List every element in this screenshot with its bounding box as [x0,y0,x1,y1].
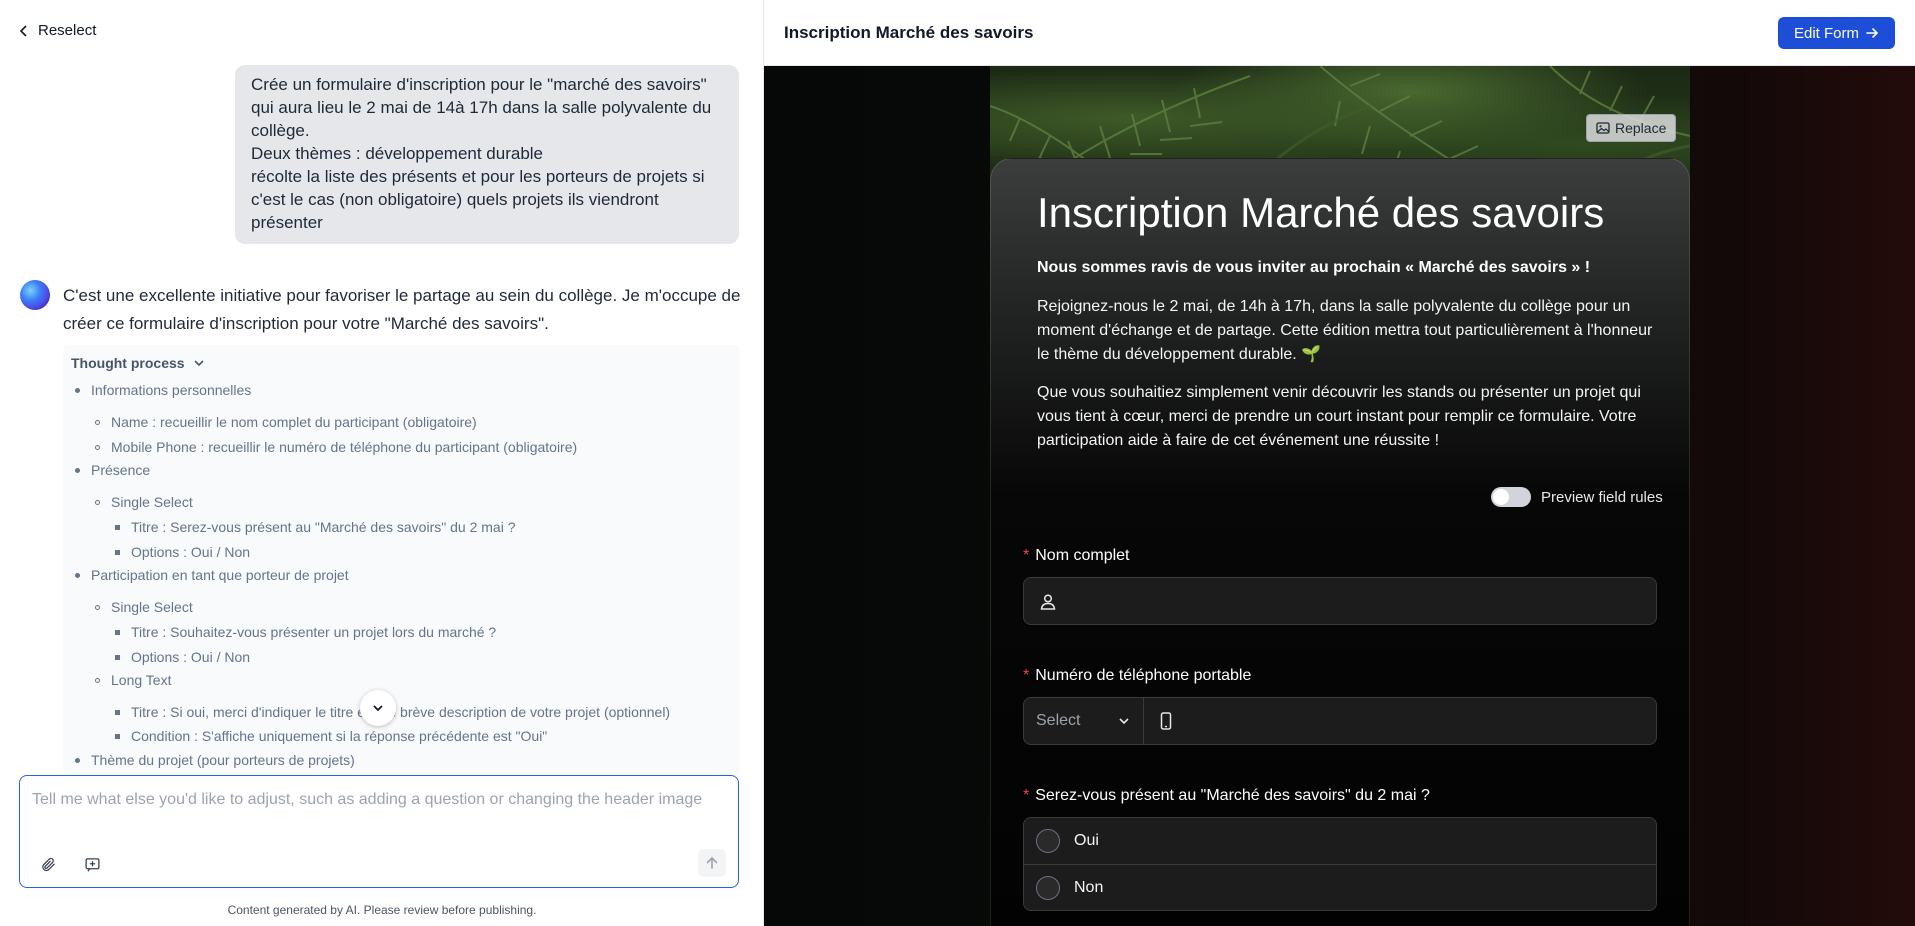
chevron-down-icon [1119,718,1129,725]
reselect-label: Reselect [38,22,97,39]
thought-process-panel: Thought process Informations personnelle… [63,345,740,775]
thought-item: Options : Oui / Non [115,649,250,665]
required-asterisk: * [1023,787,1030,804]
ai-disclaimer: Content generated by AI. Please review b… [227,903,537,917]
arrow-up-icon [706,856,718,869]
phone-field: Select [1023,697,1657,745]
name-input[interactable] [1068,578,1648,624]
attach-button[interactable] [36,852,60,876]
thought-item: Long Text [95,672,171,688]
image-icon [1596,122,1610,134]
reselect-button[interactable]: Reselect [18,22,96,39]
thought-item: Titre : Si oui, merci d'indiquer le titr… [115,704,670,720]
name-field-label: * Nom complet [1023,547,1130,564]
thought-item: Single Select [95,599,193,615]
user-message-line: Crée un formulaire d'inscription pour le… [251,75,707,94]
thought-item: Condition : S'affiche uniquement si la r… [115,728,547,744]
preview-rules-toggle[interactable]: Preview field rules [1491,487,1663,507]
user-message: Crée un formulaire d'inscription pour le… [235,65,739,244]
thought-item: Mobile Phone : recueillir le numéro de t… [95,439,577,455]
ai-message: C'est une excellente initiative pour fav… [63,286,741,333]
presence-radio-group: Oui Non [1023,817,1657,911]
replace-image-button[interactable]: Replace [1586,114,1677,142]
radio-option-oui[interactable]: Oui [1024,818,1656,864]
preview-rules-label: Preview field rules [1541,488,1663,506]
radio-button[interactable] [1036,829,1060,853]
toggle-switch[interactable] [1491,487,1531,507]
preview-header: Inscription Marché des savoirs Edit Form [764,0,1915,66]
user-message-line: Deux thèmes : développement durable [251,144,544,163]
send-button[interactable] [698,849,726,877]
required-asterisk: * [1023,667,1030,684]
form-lead: Nous sommes ravis de vous inviter au pro… [1037,259,1591,276]
thought-item: Single Select [95,494,193,510]
country-code-select[interactable]: Select [1024,698,1144,744]
thought-item: Participation en tant que porteur de pro… [75,567,349,583]
scroll-to-bottom-button[interactable] [360,690,396,726]
thought-process-label: Thought process [71,355,185,371]
name-field [1023,577,1657,625]
radio-button[interactable] [1036,875,1060,900]
chat-composer [19,775,739,888]
user-icon [1040,594,1056,610]
user-message-line: qui aura lieu le 2 mai de 14à 17h dans l… [251,98,712,117]
thought-item: Thème du projet (pour porteurs de projet… [75,752,355,768]
form-title: Inscription Marché des savoirs [1037,189,1605,236]
preview-title: Inscription Marché des savoirs [784,23,1034,42]
thought-item: Options : Oui / Non [115,544,250,560]
presence-field-label: * Serez-vous présent au "Marché des savoi… [1023,787,1430,804]
arrow-right-icon [1866,28,1879,38]
form-preview-panel: Inscription Marché des savoirs Edit Form… [764,0,1915,926]
form-card: Inscription Marché des savoirs Nous somm… [990,158,1690,926]
thought-item: Name : recueillir le nom complet du part… [95,414,477,430]
thought-item: Informations personnelles [75,382,251,398]
form-description-1: Rejoignez-nous le 2 mai, de 14h à 17h, d… [1037,298,1653,363]
chevron-left-icon [19,24,27,37]
chat-panel: Reselect Crée un formulaire d'inscriptio… [0,0,764,926]
user-message-line: c'est le cas (non obligatoire) quels pro… [251,190,659,209]
thought-item: Titre : Serez-vous présent au "Marché de… [115,519,515,535]
mobile-phone-icon [1160,712,1172,730]
form-description-2: Que vous souhaitiez simplement venir déc… [1037,384,1641,449]
ai-avatar [20,280,50,310]
chevron-down-icon [193,360,204,367]
add-question-button[interactable] [80,852,104,876]
edit-form-label: Edit Form [1793,24,1859,42]
user-message-line: collège. [251,121,310,140]
edit-form-button[interactable]: Edit Form [1777,17,1895,49]
radio-option-non[interactable]: Non [1024,864,1656,910]
phone-input[interactable] [1186,698,1646,744]
chevron-down-icon [373,705,383,712]
user-message-line: récolte la liste des présents et pour le… [251,167,705,186]
radio-option-label: Oui [1074,832,1099,849]
required-asterisk: * [1023,547,1030,564]
thought-process-toggle[interactable]: Thought process [71,355,205,371]
chat-input[interactable] [32,788,722,840]
country-code-value: Select [1036,712,1081,729]
phone-field-label: * Numéro de téléphone portable [1023,667,1252,684]
paperclip-icon [41,857,55,871]
add-block-icon [84,857,100,872]
replace-label: Replace [1615,120,1667,136]
thought-item: Présence [75,462,150,478]
thought-item: Titre : Souhaitez-vous présenter un proj… [115,624,496,640]
radio-option-label: Non [1074,878,1104,896]
user-message-line: présenter [251,213,323,232]
